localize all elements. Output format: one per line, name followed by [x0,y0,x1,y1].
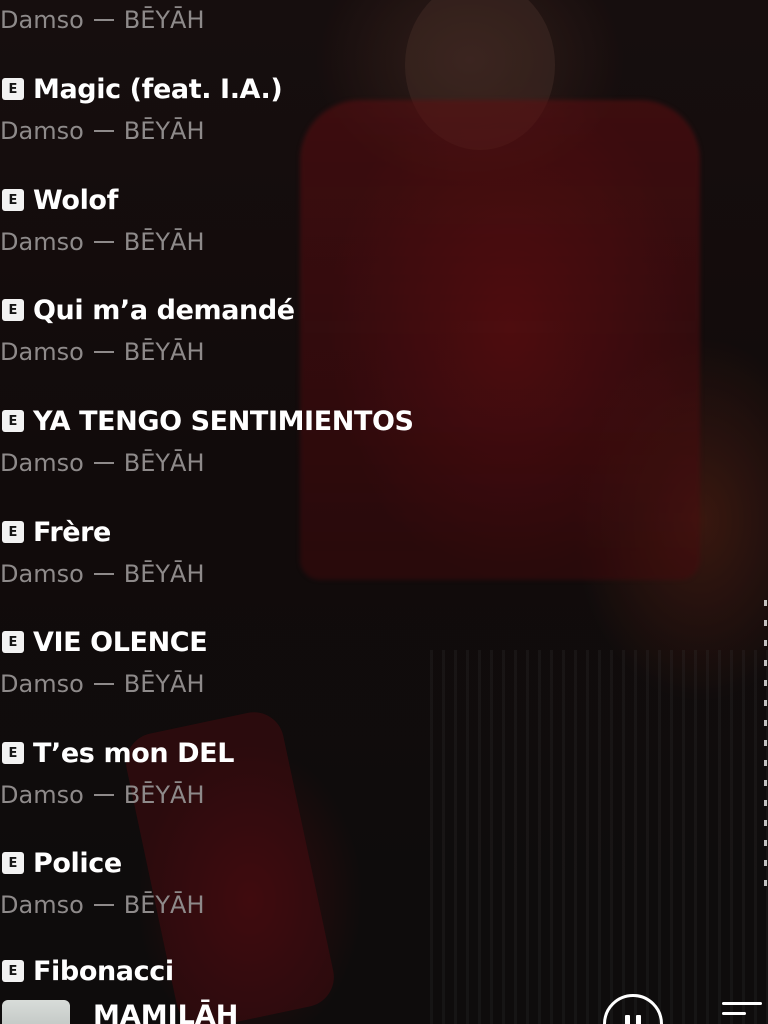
explicit-badge-icon: E [2,960,24,982]
explicit-badge-icon: E [2,852,24,874]
track-subtitle: Damso BĒYĀH [0,117,205,145]
explicit-badge-icon: E [2,189,24,211]
track-title: Police [33,847,122,879]
track-title-row: E YA TENGO SENTIMIENTOS [2,403,414,439]
mini-player[interactable]: MAMILĀH [0,992,768,1024]
track-album: BĒYĀH [123,228,205,256]
track-row[interactable]: E YA TENGO SENTIMIENTOS Damso BĒYĀH [0,403,560,513]
track-subtitle: Damso BĒYĀH [0,560,205,588]
track-album: BĒYĀH [123,670,205,698]
previous-track-subtitle: Damso BĒYĀH [0,6,205,34]
track-subtitle: Damso BĒYĀH [0,228,205,256]
track-title-row: E Qui m’a demandé [2,292,295,328]
queue-button[interactable] [722,1000,762,1024]
player-screen: Damso BĒYĀH E Magic (feat. I.A.) Damso B… [0,0,768,1024]
track-row[interactable]: E Qui m’a demandé Damso BĒYĀH [0,292,560,402]
track-artist: Damso [0,560,84,588]
track-title: Wolof [33,184,118,216]
track-row[interactable]: E Wolof Damso BĒYĀH [0,182,560,292]
track-title-row: E Frère [2,514,111,550]
separator-dash [93,19,114,21]
separator-dash [93,462,114,464]
explicit-badge-icon: E [2,299,24,321]
track-album: BĒYĀH [123,117,205,145]
track-title: VIE OLENCE [33,626,208,658]
track-subtitle: Damso BĒYĀH [0,891,205,919]
explicit-badge-icon: E [2,631,24,653]
track-album: BĒYĀH [123,781,205,809]
explicit-badge-icon: E [2,78,24,100]
now-playing-cover[interactable] [2,1000,70,1024]
queue-icon-line [722,1012,746,1015]
separator-dash [93,573,114,575]
track-row[interactable]: E Fibonacci [0,953,560,992]
track-artist: Damso [0,117,84,145]
track-artist: Damso [0,6,84,34]
track-title: Magic (feat. I.A.) [33,73,283,105]
track-album: BĒYĀH [123,891,205,919]
track-row[interactable]: E Magic (feat. I.A.) Damso BĒYĀH [0,71,560,181]
separator-dash [93,130,114,132]
explicit-badge-icon: E [2,742,24,764]
track-title: T’es mon DEL [33,737,235,769]
track-artist: Damso [0,891,84,919]
pause-icon [625,1015,630,1024]
track-row[interactable]: E T’es mon DEL Damso BĒYĀH [0,735,560,845]
explicit-badge-icon: E [2,521,24,543]
now-playing-title[interactable]: MAMILĀH [93,1000,238,1024]
pause-button[interactable] [603,994,663,1024]
track-title-row: E Wolof [2,182,118,218]
track-album: BĒYĀH [123,338,205,366]
track-title-row: E VIE OLENCE [2,624,208,660]
track-title-row: E Fibonacci [2,953,174,989]
track-album: BĒYĀH [123,560,205,588]
track-row[interactable]: E VIE OLENCE Damso BĒYĀH [0,624,560,734]
track-subtitle: Damso BĒYĀH [0,338,205,366]
track-album: BĒYĀH [123,6,205,34]
track-subtitle: Damso BĒYĀH [0,670,205,698]
scroll-indicator[interactable] [764,600,767,900]
track-title: Qui m’a demandé [33,294,295,326]
pause-icon-bar [636,1015,641,1024]
separator-dash [93,351,114,353]
track-title-row: E Police [2,845,122,881]
track-title: Fibonacci [33,955,174,987]
track-row[interactable]: E Police Damso BĒYĀH [0,845,560,955]
separator-dash [93,794,114,796]
track-title-row: E T’es mon DEL [2,735,234,771]
track-artist: Damso [0,449,84,477]
track-artist: Damso [0,228,84,256]
track-artist: Damso [0,338,84,366]
track-subtitle: Damso BĒYĀH [0,449,205,477]
track-artist: Damso [0,670,84,698]
track-row[interactable]: E Frère Damso BĒYĀH [0,514,560,624]
track-title: Frère [33,516,111,548]
track-subtitle: Damso BĒYĀH [0,781,205,809]
queue-icon [722,1002,762,1005]
track-album: BĒYĀH [123,449,205,477]
track-title: YA TENGO SENTIMIENTOS [33,405,414,437]
separator-dash [93,241,114,243]
track-artist: Damso [0,781,84,809]
separator-dash [93,904,114,906]
separator-dash [93,683,114,685]
track-title-row: E Magic (feat. I.A.) [2,71,283,107]
explicit-badge-icon: E [2,410,24,432]
